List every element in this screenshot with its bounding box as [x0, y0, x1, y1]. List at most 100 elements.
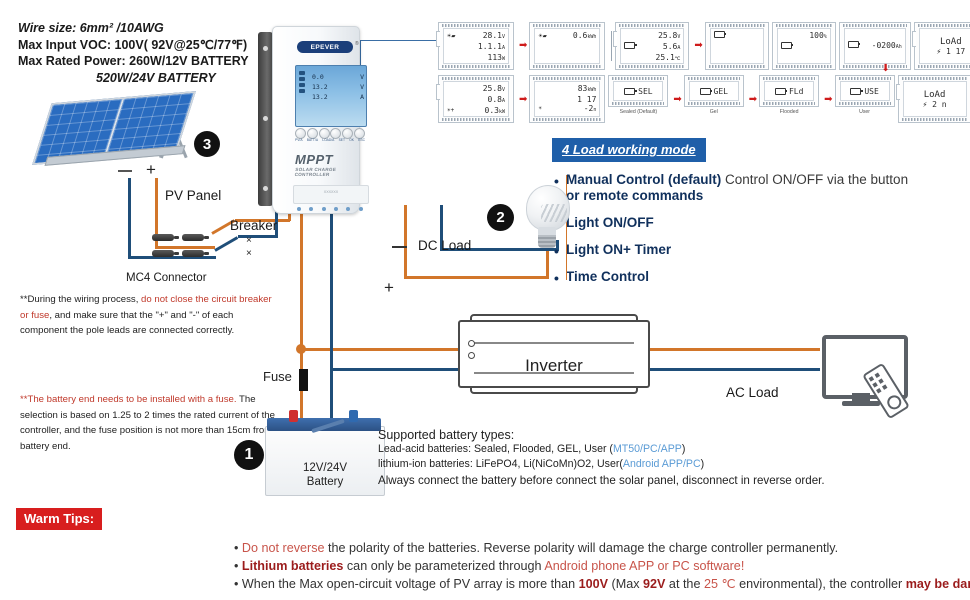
controller-terminal-dots — [293, 207, 367, 211]
v: 100 — [809, 31, 824, 40]
monitor-base — [842, 401, 880, 406]
arrow-icon-1: ➡ — [519, 40, 528, 51]
battery-word: Battery — [306, 476, 344, 488]
lcd-screen-type-gel: GEL Gel — [683, 75, 744, 115]
lcd-row-pv: 0.0 V — [312, 72, 364, 82]
wire-junction-dot — [296, 344, 306, 354]
mppt-charge-controller[interactable]: EPEVER ® 0.0 V 13.2 V 13.2 A PV/A BATT/A… — [258, 26, 369, 216]
v: 0.8 — [487, 95, 502, 104]
tip3-d: 92V — [643, 577, 666, 591]
v: 25.8 — [482, 84, 502, 93]
tip2-mid: can only be parameterized through — [343, 559, 545, 573]
bullet-icon: • — [234, 559, 239, 573]
leader-line-controller-to-lcd — [360, 40, 440, 41]
wire-dcload-positive-h — [404, 276, 549, 279]
note1-post: , and make sure that the "+" and "-" of … — [20, 309, 235, 337]
load-working-mode-panel: 4 Load working mode • Manual Control (de… — [552, 138, 962, 296]
load-mode-list: • Manual Control (default) Control ON/OF… — [552, 172, 962, 286]
tip3-f: 25 ℃ — [703, 577, 736, 591]
arrow-icon-3: ➡ — [519, 94, 528, 105]
load-mode-item-light-timer: • Light ON+ Timer — [554, 242, 962, 259]
tip3-h: may be damaged — [905, 577, 970, 591]
v: 0.3 — [484, 106, 499, 115]
fuse-label: Fuse — [263, 369, 292, 384]
wire-dcload-positive-up — [546, 248, 549, 278]
lcd-screen-battery-status — [704, 22, 769, 70]
battery-icon — [624, 42, 637, 49]
v: 83 — [577, 84, 588, 93]
v: -2 — [583, 104, 594, 113]
wire-batt-negative-h — [330, 368, 460, 371]
tip3-g: environmental), the controller — [735, 577, 906, 591]
lithium-link: Android APP/PC — [622, 458, 701, 470]
dc-load-minus-sign — [392, 246, 407, 248]
battery-component: 12V/24V Battery — [265, 408, 387, 496]
lcd-screen-battery-live: 25.8V 5.6A 25.1℃ — [613, 22, 690, 70]
battery-top — [267, 418, 381, 434]
v: 5.6 — [662, 42, 678, 51]
u: kWh — [587, 87, 597, 93]
mc4-connector-b — [182, 234, 209, 241]
controller-lcd-screen: 0.0 V 13.2 V 13.2 A — [295, 65, 367, 127]
warm-tips-section: Warm Tips: • Do not reverse the polarity… — [16, 508, 970, 593]
note2-red: **The battery end needs to be installed … — [20, 394, 237, 405]
load-mode-title: 4 Load working mode — [552, 138, 706, 162]
mode-label: Time Control — [566, 269, 650, 284]
lcd-caption-sealed: Sealed (Default) — [619, 109, 658, 115]
tip3-a: When the Max open-circuit voltage of PV … — [241, 577, 579, 591]
type-code: GEL — [713, 86, 728, 96]
lcd-load-unit: A — [360, 93, 364, 101]
v: 113 — [487, 53, 502, 62]
wire-batt-positive-h — [300, 348, 460, 351]
controller-label-plate: XXXXXX — [293, 185, 369, 204]
u: Ah — [895, 43, 902, 50]
lcd-pv-value: 0.0 — [312, 73, 324, 81]
inverter-label: Inverter — [525, 356, 583, 375]
mc4-connector-c — [152, 250, 179, 257]
battery-icon — [624, 87, 637, 95]
u: V — [677, 34, 681, 40]
battery-icon — [713, 31, 727, 38]
u: W — [501, 56, 505, 62]
u: n — [593, 107, 597, 113]
u: kW — [498, 109, 505, 115]
pv-icon: ☀▰ — [538, 32, 547, 40]
wire-pv-positive-h1 — [155, 246, 215, 249]
lcd-batt-value: 13.2 — [312, 83, 328, 91]
u: % — [823, 34, 827, 40]
lcd-row-2: 25.8V 0.8A ☀+ 0.3kW ➡ 83kWh 1 17 ☀ -2n S… — [436, 75, 970, 125]
controller-heatsink — [258, 32, 273, 206]
lcd-pv-unit: V — [360, 73, 364, 81]
ac-load-monitor — [822, 335, 918, 420]
pv-panel-label: PV Panel — [165, 188, 222, 203]
v: 28.1 — [482, 31, 502, 40]
battery-types-lithium: lithium-ion batteries: LiFePO4, Li(NiCoM… — [378, 457, 958, 472]
battery-case: 12V/24V Battery — [265, 426, 385, 496]
btn-label-set: SET — [338, 138, 345, 142]
btn-label-load: LOAD/A — [322, 138, 335, 142]
load-mode-item-manual: • Manual Control (default) Control ON/OF… — [554, 172, 962, 204]
spec-max-power-24v: 520W/24V BATTERY — [96, 70, 216, 85]
mppt-label: MPPT — [295, 152, 334, 167]
lcd-row-load: 13.2 A — [312, 92, 364, 102]
controller-button-labels: PV/A BATT/A LOAD/A SET OK ESC — [295, 138, 365, 142]
lcd-caption-flooded: Flooded — [779, 109, 799, 115]
arrow-icon-2: ➡ — [694, 40, 703, 51]
type-code: FLd — [788, 86, 804, 96]
u: kWh — [587, 34, 597, 40]
sun-icon: ☀ — [538, 105, 543, 112]
controller-plate-text: XXXXXX — [323, 190, 339, 194]
spec-wire-size: Wire size: 6mm² /10AWG — [18, 21, 164, 35]
monitor-stand — [852, 393, 870, 401]
battery-voltage: 12V/24V — [302, 462, 348, 474]
mc4-connector-d — [182, 250, 209, 257]
marker-1: 1 — [234, 440, 264, 470]
lcd-load-value: 13.2 — [312, 93, 328, 101]
warm-tip-2: • Lithium batteries can only be paramete… — [234, 557, 956, 575]
v: 25.8 — [658, 31, 678, 40]
tip3-b: 100V — [578, 577, 609, 591]
lcd-load-text: LoAd — [939, 37, 962, 47]
pv-panel-graphic — [32, 91, 198, 173]
lithium-text: lithium-ion batteries: LiFePO4, Li(NiCoM… — [378, 458, 623, 470]
tip1-red: Do not reverse — [241, 541, 325, 555]
